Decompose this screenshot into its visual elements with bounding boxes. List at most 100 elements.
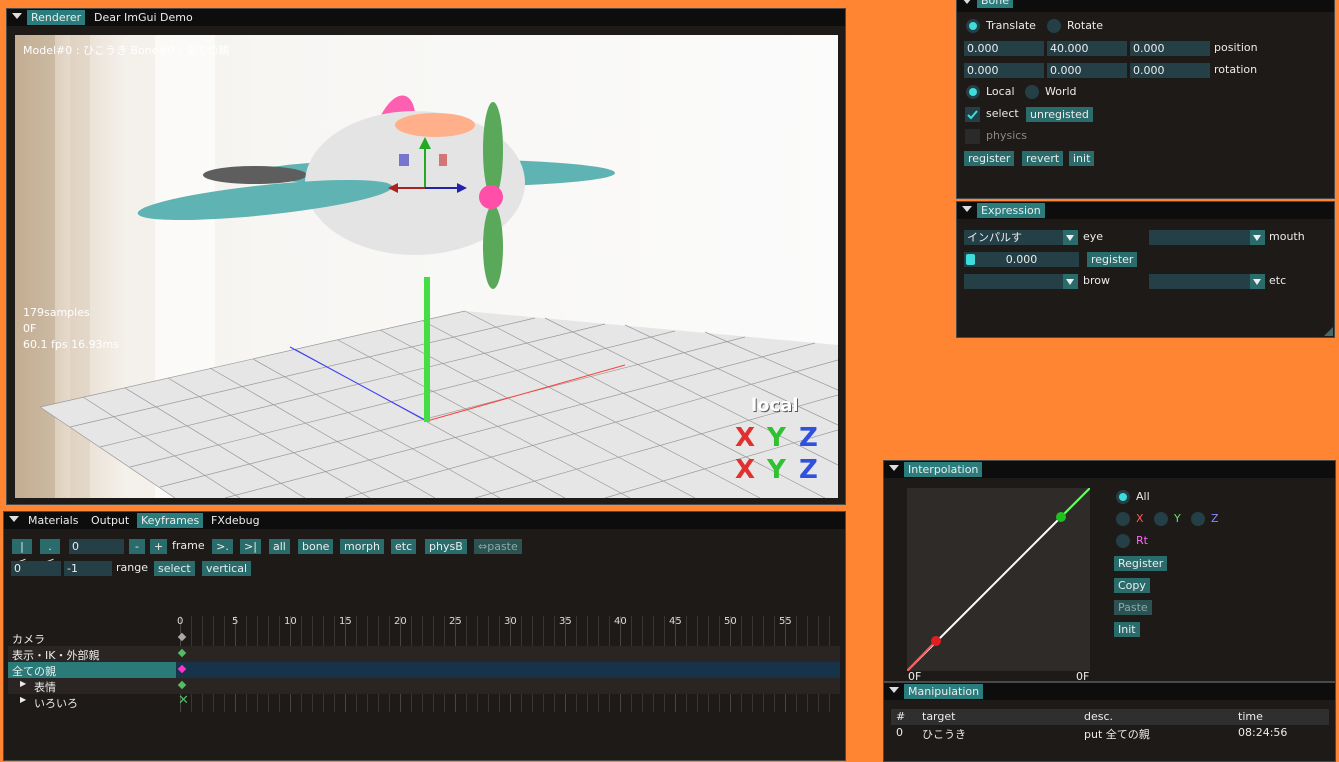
next-key-button[interactable]: >. — [212, 539, 233, 554]
translate-radio[interactable] — [966, 19, 980, 33]
frame-minus-button[interactable]: - — [129, 539, 145, 554]
curve-editor[interactable] — [906, 487, 1091, 672]
unregisted-button[interactable]: unregisted — [1026, 107, 1093, 122]
expression-slider[interactable]: 0.000 — [964, 252, 1079, 267]
keyframe-cross-icon[interactable]: ✕ — [178, 693, 189, 708]
tab-fxdebug[interactable]: FXdebug — [207, 513, 264, 528]
axis-z-letter: Z — [799, 423, 818, 453]
position-y-field[interactable]: 40.000 — [1047, 41, 1127, 56]
propeller-top — [483, 102, 503, 198]
range-start-input[interactable]: 0 — [11, 561, 61, 576]
tab-keyframes[interactable]: Keyframes — [137, 513, 204, 528]
collapse-icon[interactable] — [9, 516, 19, 522]
frame-input[interactable]: 0 — [69, 539, 124, 554]
col-desc: desc. — [1084, 710, 1114, 723]
keyframe-diamond[interactable] — [177, 680, 187, 690]
track-row-expression[interactable]: ▶ 表情 — [8, 678, 840, 694]
position-z-field[interactable]: 0.000 — [1130, 41, 1210, 56]
physics-checkbox[interactable] — [965, 129, 980, 144]
position-x-field[interactable]: 0.000 — [964, 41, 1044, 56]
range-end-input[interactable]: -1 — [64, 561, 112, 576]
collapse-icon[interactable] — [889, 465, 899, 471]
morph-button[interactable]: morph — [340, 539, 384, 554]
rt-radio[interactable] — [1116, 534, 1130, 548]
world-radio[interactable] — [1025, 85, 1039, 99]
frame-plus-button[interactable]: + — [150, 539, 167, 554]
collapse-icon[interactable] — [962, 206, 972, 212]
prev-key-button[interactable]: .< — [40, 539, 60, 568]
interp-copy-button[interactable]: Copy — [1114, 578, 1150, 593]
table-row[interactable]: 0 ひこうき put 全ての親 08:24:56 — [891, 725, 1329, 741]
rotation-z-field[interactable]: 0.000 — [1130, 63, 1210, 78]
rotation-y-field[interactable]: 0.000 — [1047, 63, 1127, 78]
tab-renderer[interactable]: Renderer — [27, 10, 86, 25]
expression-title: Expression — [977, 203, 1045, 218]
eye-label: eye — [1083, 230, 1104, 243]
bone-titlebar: Bone — [957, 0, 1334, 12]
bone-title: Bone — [977, 0, 1014, 8]
renderer-titlebar: Renderer Dear ImGui Demo — [7, 9, 845, 26]
track-row-display-ik[interactable]: 表示・IK・外部親 — [8, 646, 840, 662]
first-frame-button[interactable]: |< — [12, 539, 32, 568]
eye-combo[interactable]: インパルす — [964, 230, 1078, 245]
expand-icon[interactable]: ▶ — [20, 679, 26, 688]
collapse-icon[interactable] — [889, 687, 899, 693]
vertical-button[interactable]: vertical — [202, 561, 252, 576]
rotation-x-field[interactable]: 0.000 — [964, 63, 1044, 78]
local-axis-label: local — [751, 395, 799, 416]
tab-output[interactable]: Output — [87, 513, 133, 528]
ruler-20: 20 — [394, 616, 407, 627]
select-button[interactable]: select — [154, 561, 195, 576]
expand-icon[interactable]: ▶ — [20, 695, 26, 704]
bezier-curve — [906, 487, 1091, 672]
tab-imgui-demo[interactable]: Dear ImGui Demo — [90, 10, 197, 25]
all-button[interactable]: all — [269, 539, 290, 554]
register-button[interactable]: register — [964, 151, 1015, 166]
x-radio[interactable] — [1116, 512, 1130, 526]
timeline[interactable]: 0 5 10 15 20 25 30 35 40 45 50 55 カメラ 表示… — [4, 616, 844, 712]
viewport[interactable]: Model#0 : ひこうき Bone#0 : 全ての親 179samples … — [15, 35, 838, 498]
cell-desc: put 全ての親 — [1084, 728, 1150, 741]
init-button[interactable]: init — [1069, 151, 1095, 166]
etc-combo[interactable] — [1149, 274, 1265, 289]
keyframe-diamond[interactable] — [177, 632, 187, 642]
keyframe-diamond[interactable] — [177, 648, 187, 658]
y-radio[interactable] — [1154, 512, 1168, 526]
control-point-1 — [931, 636, 941, 646]
expression-window: Expression インパルす eye mouth 0.000 registe… — [956, 201, 1335, 338]
expression-register-button[interactable]: register — [1087, 252, 1138, 267]
rotate-radio[interactable] — [1047, 19, 1061, 33]
keyframe-diamond[interactable] — [177, 664, 187, 674]
last-frame-button[interactable]: >| — [240, 539, 261, 554]
track-row-misc[interactable]: ▶ いろいろ ✕ — [8, 693, 840, 710]
bone-button[interactable]: bone — [298, 539, 334, 554]
interp-init-button[interactable]: Init — [1114, 622, 1140, 637]
physics-label: physics — [986, 129, 1028, 142]
manipulation-title: Manipulation — [904, 684, 984, 699]
physb-button[interactable]: physB — [425, 539, 467, 554]
interp-paste-button[interactable]: Paste — [1114, 600, 1152, 615]
ruler-40: 40 — [614, 616, 627, 627]
local-radio[interactable] — [966, 85, 980, 99]
paste-button[interactable]: ⇔paste — [474, 539, 522, 554]
collapse-icon[interactable] — [12, 13, 22, 19]
all-radio[interactable] — [1116, 490, 1130, 504]
interp-register-button[interactable]: Register — [1114, 556, 1168, 571]
revert-button[interactable]: revert — [1022, 151, 1064, 166]
mouth-combo[interactable] — [1149, 230, 1265, 245]
track-row-all-parent[interactable]: 全ての親 — [8, 662, 840, 678]
etc-button[interactable]: etc — [391, 539, 417, 554]
brow-combo[interactable] — [964, 274, 1078, 289]
translate-label: Translate — [986, 19, 1036, 32]
resize-grip[interactable] — [1324, 327, 1333, 336]
manipulation-window: Manipulation # target desc. time 0 ひこうき … — [883, 682, 1336, 762]
collapse-icon[interactable] — [962, 0, 972, 4]
select-checkbox[interactable] — [965, 107, 980, 122]
z-radio[interactable] — [1191, 512, 1205, 526]
slider-grab[interactable] — [966, 254, 975, 265]
ruler-10: 10 — [284, 616, 297, 627]
interpolation-title: Interpolation — [904, 462, 983, 477]
tab-materials[interactable]: Materials — [24, 513, 82, 528]
track-row-camera[interactable]: カメラ — [8, 630, 840, 646]
ruler-55: 55 — [779, 616, 792, 627]
